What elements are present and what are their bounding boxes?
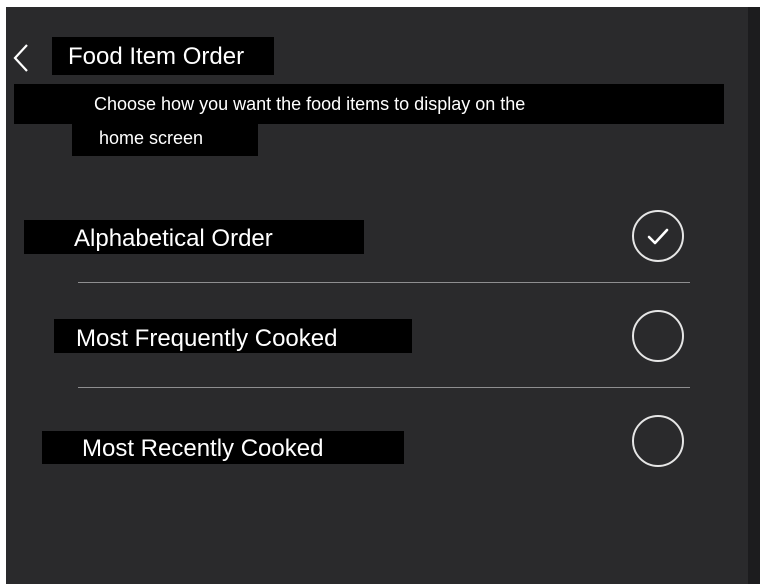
- divider: [78, 282, 690, 283]
- radio-unselected[interactable]: [632, 310, 684, 362]
- option-alphabetical-order[interactable]: Alphabetical Order: [6, 207, 736, 267]
- divider: [78, 387, 690, 388]
- screen-edge: [748, 7, 760, 584]
- option-label: Most Recently Cooked: [42, 431, 404, 464]
- radio-unselected[interactable]: [632, 415, 684, 467]
- food-item-order-screen: Food Item Order Choose how you want the …: [6, 7, 760, 584]
- page-title: Food Item Order: [52, 37, 275, 75]
- back-button[interactable]: [10, 41, 34, 75]
- chevron-left-icon: [13, 44, 28, 72]
- option-label: Alphabetical Order: [24, 220, 364, 254]
- description-line-1: Choose how you want the food items to di…: [14, 84, 724, 124]
- option-most-frequently-cooked[interactable]: Most Frequently Cooked: [6, 307, 736, 367]
- description-line-2: home screen: [72, 124, 258, 156]
- option-most-recently-cooked[interactable]: Most Recently Cooked: [6, 412, 736, 472]
- check-icon: [647, 228, 669, 245]
- option-label: Most Frequently Cooked: [54, 319, 412, 353]
- radio-selected[interactable]: [632, 210, 684, 262]
